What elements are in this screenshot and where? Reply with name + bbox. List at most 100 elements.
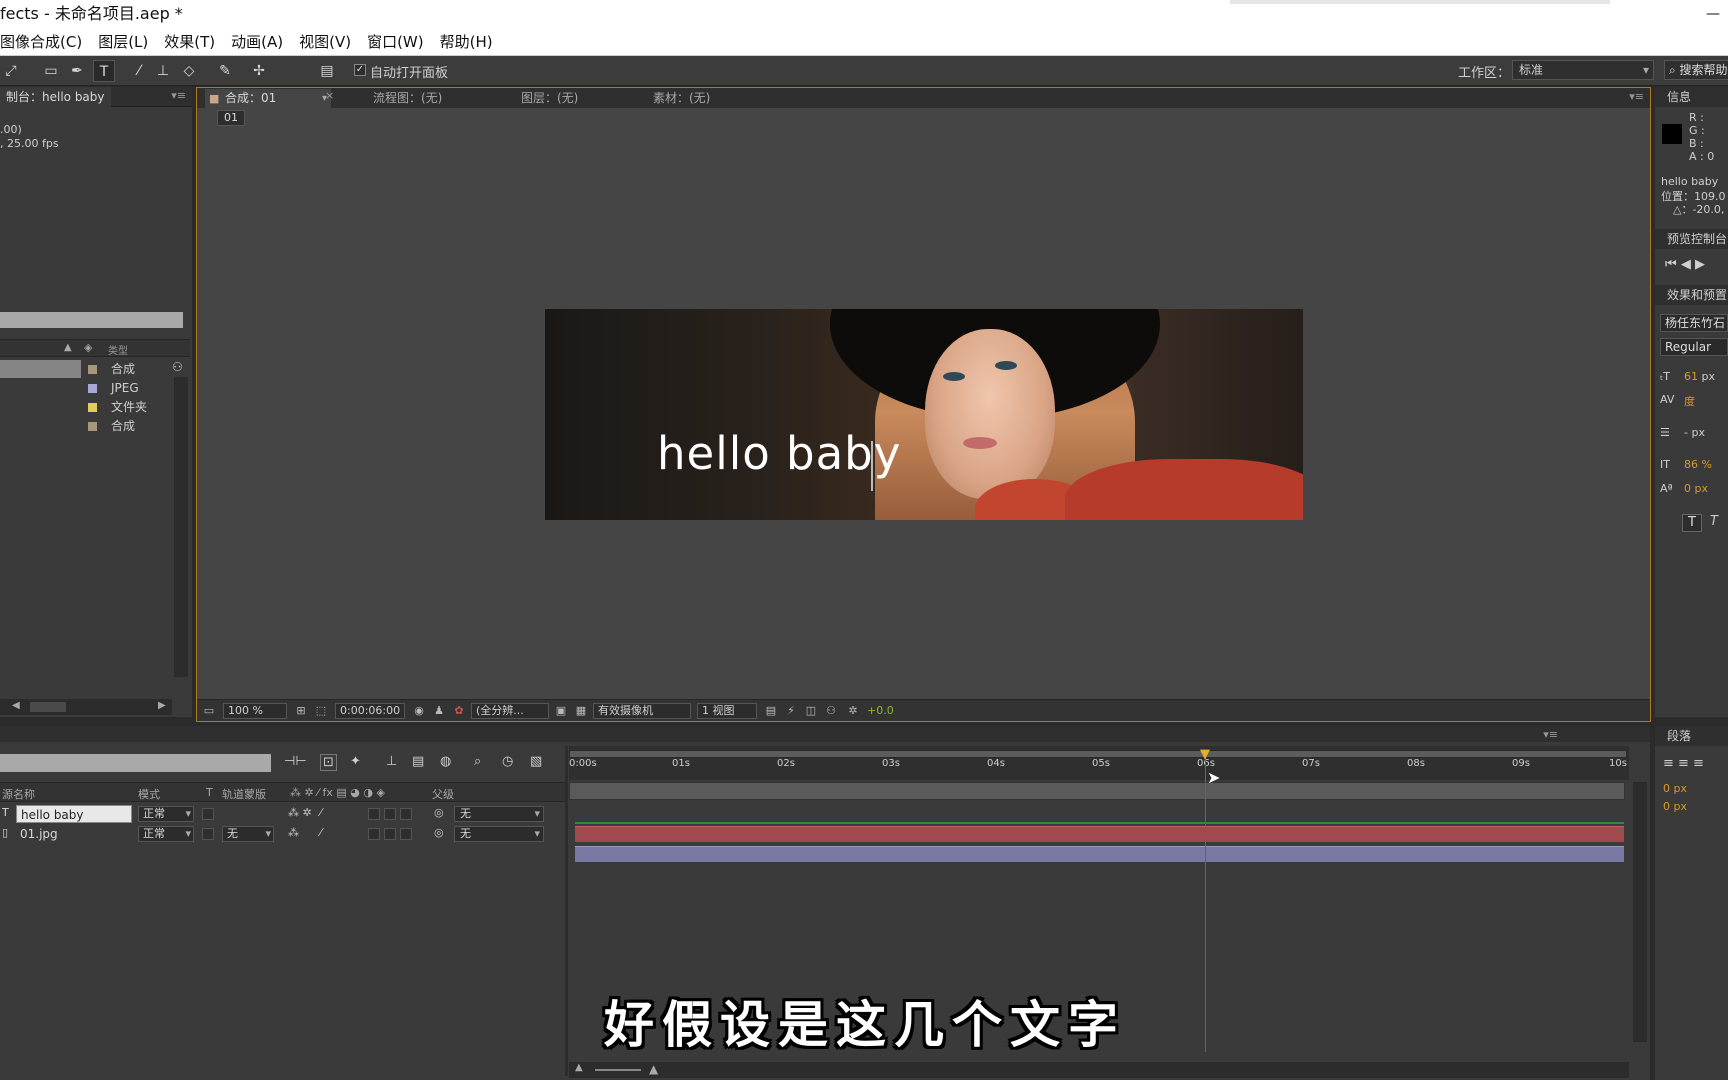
transparency-grid-icon[interactable]: ▦	[573, 703, 589, 719]
panel-toggle-icon[interactable]: ▤	[316, 60, 338, 82]
project-vertical-scrollbar[interactable]	[174, 377, 188, 677]
work-area-bar[interactable]	[569, 782, 1625, 800]
timeline-zoom-bar[interactable]: ▲ ▲	[569, 1062, 1629, 1078]
stroke-width-value[interactable]: - px	[1684, 426, 1705, 439]
exposure-reset-icon[interactable]: ✲	[845, 703, 861, 719]
lock-icon[interactable]: ■	[209, 89, 219, 108]
roto-brush-tool-icon[interactable]: ✎	[214, 60, 236, 82]
project-item[interactable]: 文件夹	[0, 397, 175, 417]
timeline-search-input[interactable]	[0, 754, 271, 772]
blend-mode-select[interactable]: 正常	[138, 826, 194, 842]
col-t[interactable]: T	[206, 786, 213, 799]
menu-composition[interactable]: 图像合成(C)	[0, 28, 82, 55]
track-matte-select[interactable]: 无	[222, 826, 274, 842]
indent-first-value[interactable]: 0 px	[1663, 800, 1687, 813]
parent-pickwhip-icon[interactable]: ◎	[434, 806, 444, 819]
panel-menu-icon[interactable]: ▾≡	[1543, 728, 1558, 741]
col-track-matte[interactable]: 轨道蒙版	[222, 786, 266, 802]
project-item[interactable]: 合成	[0, 359, 175, 379]
text-tool-icon[interactable]: T	[93, 60, 115, 82]
menu-view[interactable]: 视图(V)	[299, 28, 351, 55]
scroll-left-icon[interactable]: ◀	[12, 700, 20, 711]
playhead-handle-icon[interactable]: ▼	[1198, 748, 1212, 762]
motion-blur-switch[interactable]	[400, 828, 412, 840]
pen-tool-icon[interactable]: ✒	[66, 60, 88, 82]
timeline-vertical-scrollbar[interactable]	[1633, 782, 1647, 1042]
shy-switch-icon[interactable]: ⁂ ✲	[288, 806, 312, 819]
panel-menu-icon[interactable]: ▾≡	[171, 89, 186, 102]
tab-flowchart[interactable]: 流程图：(无)	[367, 88, 448, 108]
menu-layer[interactable]: 图层(L)	[98, 28, 148, 55]
current-time-display[interactable]: 0:00:06:00	[335, 703, 405, 719]
auto-open-checkbox[interactable]: ✓	[354, 64, 366, 76]
align-buttons-icon[interactable]: ≡ ≡ ≡	[1663, 756, 1704, 771]
faux-bold-button[interactable]: T	[1682, 514, 1702, 532]
color-channels-icon[interactable]: ✿	[451, 703, 467, 719]
quality-switch-icon[interactable]: ⁄	[320, 806, 322, 819]
draft-3d-icon[interactable]: ⊡	[320, 754, 337, 771]
layer-row[interactable]: T hello baby 正常 ⁂ ✲ ⁄ ◎ 无	[0, 804, 565, 824]
timeline-divider[interactable]	[565, 746, 568, 1076]
live-update-icon[interactable]: ▧	[530, 754, 542, 769]
motion-blur-icon[interactable]: ▤	[412, 754, 424, 769]
preserve-transparency-toggle[interactable]	[202, 828, 214, 840]
tab-composition[interactable]: ■ 合成：01 ▾	[205, 89, 331, 108]
project-horizontal-scrollbar[interactable]: ◀ ▶	[0, 699, 172, 715]
menu-window[interactable]: 窗口(W)	[367, 28, 424, 55]
search-help-field[interactable]: ⌕ 搜索帮助	[1664, 60, 1728, 80]
baseline-shift-value[interactable]: 0 px	[1684, 482, 1708, 495]
comp-mini-flowchart-icon[interactable]: ⊣⊢	[284, 754, 307, 769]
adjustment-switch[interactable]	[368, 828, 380, 840]
close-tab-icon[interactable]: ×	[325, 89, 334, 102]
auto-keyframe-icon[interactable]: ◷	[502, 754, 513, 769]
tab-preview[interactable]: 预览控制台	[1655, 229, 1728, 249]
zoom-out-icon[interactable]: ▲	[575, 1062, 583, 1073]
always-preview-icon[interactable]: ▭	[201, 703, 217, 719]
layer-bar-hello-baby[interactable]	[575, 826, 1624, 842]
tab-paragraph[interactable]: 段落	[1655, 726, 1728, 746]
faux-italic-button[interactable]: T	[1710, 514, 1718, 529]
tab-footage[interactable]: 素材：(无)	[647, 88, 716, 108]
brush-tool-icon[interactable]: ⁄	[128, 60, 150, 82]
3d-layer-switch[interactable]	[384, 828, 396, 840]
comp-breadcrumb[interactable]: 01	[217, 110, 245, 126]
indent-left-value[interactable]: 0 px	[1663, 782, 1687, 795]
tab-layer[interactable]: 图层：(无)	[515, 88, 584, 108]
grid-guide-icon[interactable]: ⊞	[293, 703, 309, 719]
minimize-button[interactable]: —	[1706, 0, 1720, 28]
zoom-slider[interactable]	[595, 1069, 641, 1071]
rectangle-tool-icon[interactable]: ▭	[40, 60, 62, 82]
sort-arrow-icon[interactable]: ▲	[64, 342, 72, 353]
project-item[interactable]: 合成	[0, 416, 175, 436]
tracking-value[interactable]: 度	[1684, 393, 1695, 409]
magnification-select[interactable]: 100 %	[223, 703, 287, 719]
col-source-name[interactable]: 源名称	[2, 786, 35, 802]
adjustment-switch[interactable]	[368, 808, 380, 820]
resolution-select[interactable]: (全分辨...	[471, 703, 549, 719]
scroll-right-icon[interactable]: ▶	[158, 700, 166, 711]
region-of-interest-icon[interactable]: ▣	[553, 703, 569, 719]
panel-menu-icon[interactable]: ▾≡	[1629, 90, 1644, 103]
col-parent[interactable]: 父级	[432, 786, 454, 802]
blend-mode-select[interactable]: 正常	[138, 806, 194, 822]
font-family-select[interactable]: 杨任东竹石	[1660, 314, 1728, 332]
current-time-indicator[interactable]	[1205, 752, 1206, 1052]
eraser-tool-icon[interactable]: ◇	[178, 60, 200, 82]
motion-blur-switch[interactable]	[400, 808, 412, 820]
workspace-select[interactable]: 标准	[1512, 60, 1654, 80]
preserve-transparency-toggle[interactable]	[202, 808, 214, 820]
hide-shy-layers-icon[interactable]: ✦	[350, 754, 361, 769]
layer-bar-01-jpg[interactable]	[575, 846, 1624, 862]
flowchart-view-icon[interactable]: ⚇	[823, 703, 839, 719]
project-item[interactable]: JPEG	[0, 378, 175, 398]
font-size-value[interactable]: 61 px	[1684, 370, 1715, 383]
menu-animation[interactable]: 动画(A)	[231, 28, 283, 55]
parent-select[interactable]: 无	[454, 826, 544, 842]
type-column-header[interactable]: 类型	[108, 342, 128, 357]
pan-behind-tool-icon[interactable]: ⤢	[0, 60, 22, 82]
brainstorm-icon[interactable]: ◍	[440, 754, 451, 769]
parent-pickwhip-icon[interactable]: ◎	[434, 826, 444, 839]
tab-info[interactable]: 信息	[1655, 87, 1728, 107]
col-mode[interactable]: 模式	[138, 786, 160, 802]
fast-preview-icon[interactable]: ⚡	[783, 703, 799, 719]
